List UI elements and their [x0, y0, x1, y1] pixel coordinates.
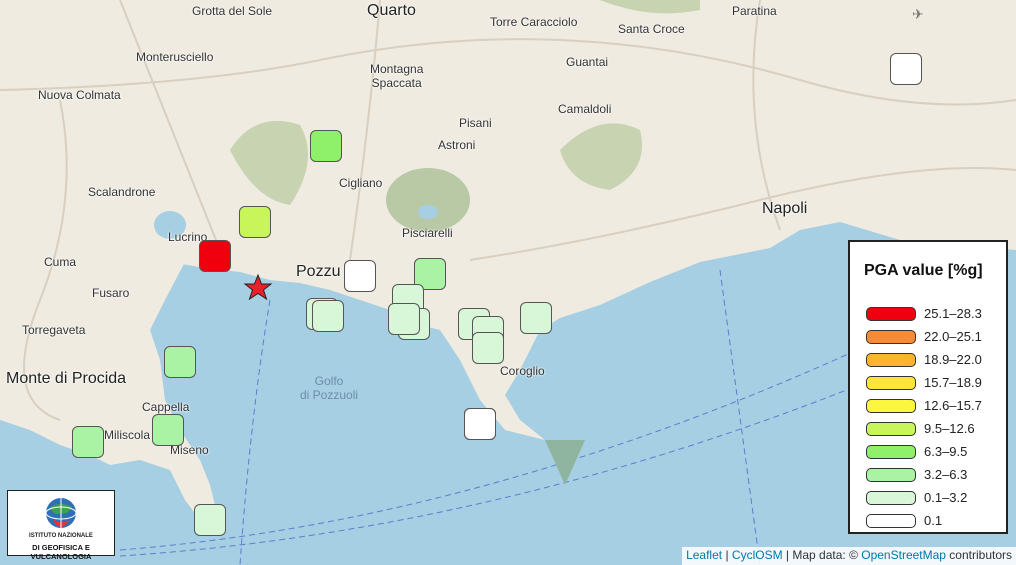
station-marker[interactable] [890, 53, 922, 85]
place-label-napoli: Napoli [762, 200, 808, 217]
ingv-globe-icon [45, 498, 77, 528]
station-marker[interactable] [310, 130, 342, 162]
legend-label: 15.7–18.9 [924, 375, 982, 390]
legend-swatch [866, 514, 916, 528]
station-marker[interactable] [344, 260, 376, 292]
attribution-mapdata: | Map data: © [782, 548, 862, 562]
logo-text-line1: ISTITUTO NAZIONALE [29, 533, 93, 539]
place-label-coroglio: Coroglio [500, 364, 545, 378]
legend-label: 12.6–15.7 [924, 398, 982, 413]
place-label-cuma: Cuma [44, 255, 77, 269]
place-label-golfo-di-pozzuoli: Golfo di Pozzuoli [300, 374, 359, 402]
leaflet-link[interactable]: Leaflet [686, 548, 722, 562]
place-label-santa-croce: Santa Croce [618, 22, 685, 36]
place-label-monterusciello: Monterusciello [136, 50, 214, 64]
place-label-paratina: Paratina [732, 4, 777, 18]
cyclosm-link[interactable]: CyclOSM [732, 548, 783, 562]
legend-label: 0.1 [924, 513, 943, 528]
station-marker[interactable] [312, 300, 344, 332]
station-marker[interactable] [152, 414, 184, 446]
place-label-pisani: Pisani [459, 116, 492, 130]
station-marker[interactable] [464, 408, 496, 440]
place-label-fusaro: Fusaro [92, 286, 130, 300]
legend-swatch [866, 468, 916, 482]
station-marker[interactable] [199, 240, 231, 272]
place-label-pisciarelli: Pisciarelli [402, 226, 453, 240]
place-label-monte-di-procida: Monte di Procida [6, 370, 127, 387]
ingv-logo[interactable]: ISTITUTO NAZIONALE DI GEOFISICA E VULCAN… [7, 490, 115, 561]
legend-label: 6.3–9.5 [924, 444, 968, 459]
place-label-camaldoli: Camaldoli [558, 102, 612, 116]
station-marker[interactable] [72, 426, 104, 458]
pga-legend: PGA value [%g] 25.1–28.3 22.0–25.1 18.9–22… [848, 240, 1008, 534]
crater-lake [418, 205, 438, 219]
place-label-scalandrone: Scalandrone [88, 185, 156, 199]
legend-label: 0.1–3.2 [924, 490, 968, 505]
legend-label: 25.1–28.3 [924, 306, 982, 321]
place-label-quarto: Quarto [367, 2, 416, 19]
station-marker[interactable] [194, 504, 226, 536]
place-label-montagna-spaccata: Montagna Spaccata [370, 62, 424, 90]
legend-swatch [866, 491, 916, 505]
legend-swatch [866, 399, 916, 413]
place-label-cigliano: Cigliano [339, 176, 383, 190]
legend-label: 9.5–12.6 [924, 421, 975, 436]
attribution-contributors: contributors [945, 548, 1012, 562]
openstreetmap-link[interactable]: OpenStreetMap [861, 548, 946, 562]
legend-label: 18.9–22.0 [924, 352, 982, 367]
legend-label: 3.2–6.3 [924, 467, 968, 482]
airport-icon: ✈ [912, 6, 924, 22]
legend-title: PGA value [%g] [864, 262, 983, 279]
legend-swatch [866, 376, 916, 390]
station-marker[interactable] [520, 302, 552, 334]
attribution-separator: | [722, 548, 732, 562]
place-label-guantai: Guantai [566, 55, 609, 69]
station-marker[interactable] [472, 332, 504, 364]
station-marker[interactable] [239, 206, 271, 238]
legend-label: 22.0–25.1 [924, 329, 982, 344]
legend-swatch [866, 330, 916, 344]
legend-swatch [866, 422, 916, 436]
map-attribution: Leaflet | CyclOSM | Map data: © OpenStre… [682, 547, 1016, 565]
legend-swatch [866, 353, 916, 367]
station-marker[interactable] [388, 303, 420, 335]
legend-swatch [866, 307, 916, 321]
logo-text-line2: DI GEOFISICA E VULCANOLOGIA [30, 543, 92, 561]
place-label-torre-caracciolo: Torre Caracciolo [490, 15, 578, 29]
legend-swatch [866, 445, 916, 459]
place-label-pozzuoli: Pozzu [296, 263, 341, 280]
place-label-grotta-del-sole: Grotta del Sole [192, 4, 273, 18]
station-marker[interactable] [164, 346, 196, 378]
place-label-cappella: Cappella [142, 400, 190, 414]
astroni-crater [386, 168, 470, 232]
place-label-astroni: Astroni [438, 138, 476, 152]
place-label-miliscola: Miliscola [104, 428, 151, 442]
place-label-torregaveta: Torregaveta [22, 323, 86, 337]
place-label-nuova-colmata: Nuova Colmata [38, 88, 121, 102]
